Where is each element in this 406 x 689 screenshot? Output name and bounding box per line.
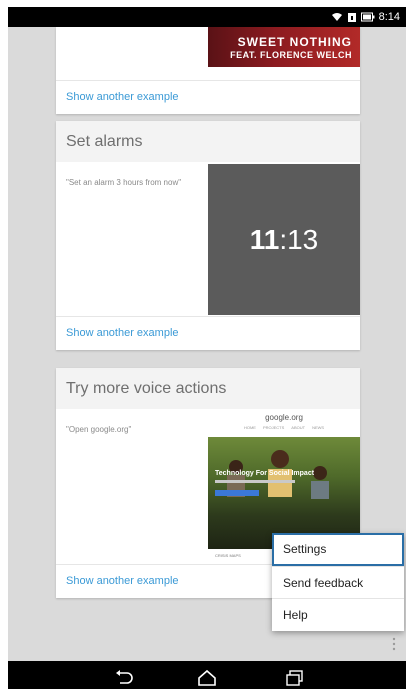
set-alarms-card: Set alarms "Set an alarm 3 hours from no… (56, 121, 360, 350)
example-query: "Open google.org" (66, 425, 132, 434)
app-frame: 8:14 SWEET NOTHING FEAT. FLORENCE WELCH … (8, 7, 406, 689)
song-artist: FEAT. FLORENCE WELCH (230, 50, 352, 60)
site-hero-subtitle (215, 480, 295, 483)
menu-item-send-feedback[interactable]: Send feedback (272, 566, 404, 599)
album-thumbnail[interactable]: SWEET NOTHING FEAT. FLORENCE WELCH (208, 27, 360, 67)
wifi-icon (331, 12, 343, 22)
card-header: Set alarms (56, 121, 360, 162)
menu-item-settings[interactable]: Settings (272, 533, 404, 566)
music-example-card: SWEET NOTHING FEAT. FLORENCE WELCH Show … (56, 27, 360, 114)
site-nav-item: PROJECTS (262, 425, 285, 430)
clock-minutes: :13 (279, 223, 319, 255)
show-another-example-link[interactable]: Show another example (66, 575, 179, 587)
clock-hours: 11 (249, 223, 280, 255)
status-time: 8:14 (378, 11, 400, 23)
example-query: "Set an alarm 3 hours from now" (66, 178, 182, 187)
menu-item-help[interactable]: Help (272, 598, 404, 631)
site-nav-item: ABOUT (291, 425, 306, 430)
battery-icon (360, 12, 375, 22)
site-nav: HOME PROJECTS ABOUT NEWS (208, 425, 360, 430)
site-nav-item: HOME (243, 425, 256, 430)
card-header: Try more voice actions (56, 368, 360, 409)
site-footer-label: CRISIS MAPS (215, 553, 241, 558)
back-icon[interactable] (113, 669, 135, 687)
card-title: Set alarms (66, 133, 143, 150)
site-hero-button (215, 490, 259, 496)
overflow-menu: Settings Send feedback Help (272, 533, 404, 631)
status-bar: 8:14 (8, 7, 406, 27)
overflow-menu-icon[interactable] (391, 637, 397, 651)
card-title: Try more voice actions (66, 380, 227, 397)
alarm-clock-tile[interactable]: 11:13 (208, 164, 360, 315)
home-icon[interactable] (196, 669, 218, 687)
site-nav-item: NEWS (312, 425, 325, 430)
show-another-example-link[interactable]: Show another example (66, 327, 179, 339)
recent-apps-icon[interactable] (284, 669, 306, 687)
show-another-example-link[interactable]: Show another example (66, 91, 179, 103)
site-hero-title: Technology For Social Impact (215, 470, 315, 477)
battery-saver-icon (347, 12, 357, 23)
site-logo: google.org (265, 413, 303, 422)
song-title: SWEET NOTHING (237, 35, 352, 49)
navigation-bar (8, 661, 406, 689)
card-footer: Show another example (56, 316, 360, 350)
card-footer: Show another example (56, 80, 360, 114)
